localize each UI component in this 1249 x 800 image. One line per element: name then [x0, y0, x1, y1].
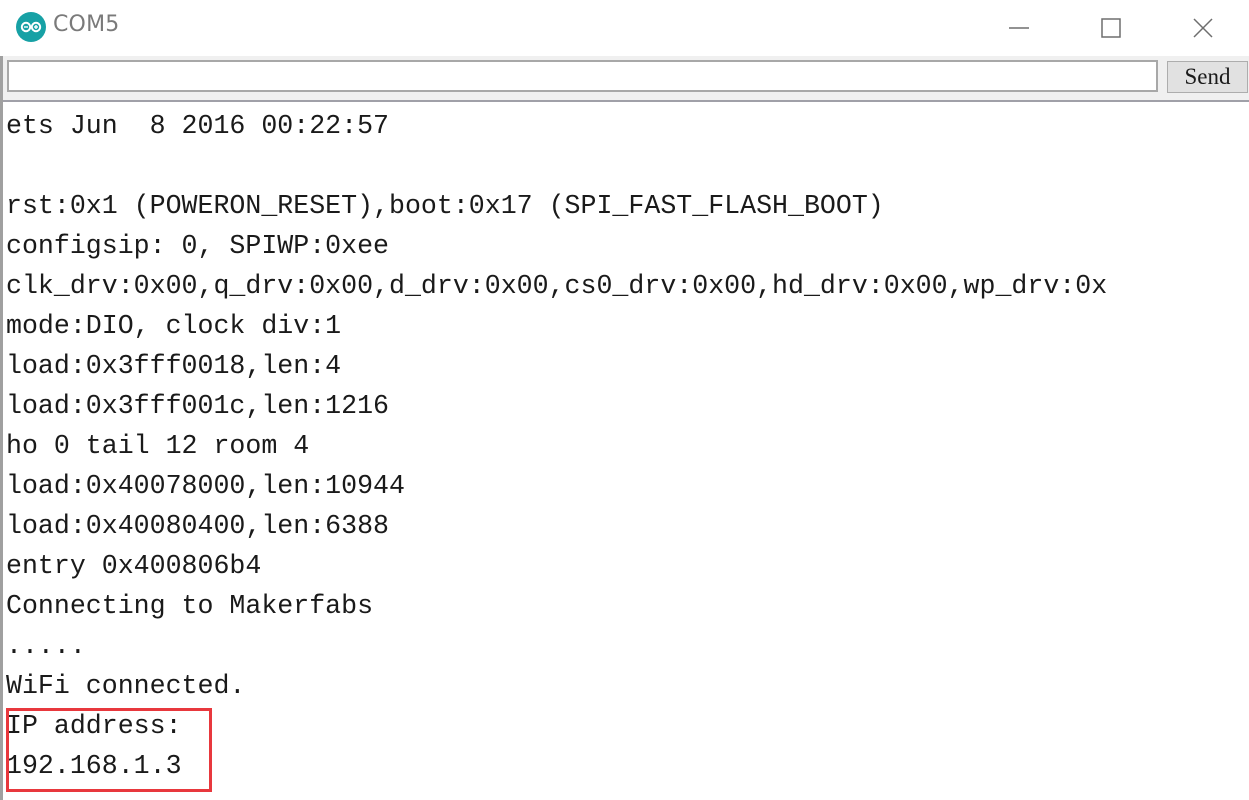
serial-input[interactable]: [7, 60, 1158, 92]
output-line: ho 0 tail 12 room 4: [6, 431, 310, 461]
output-line: rst:0x1 (POWERON_RESET),boot:0x17 (SPI_F…: [6, 191, 884, 221]
output-line: WiFi connected.: [6, 671, 246, 701]
output-line: Connecting to Makerfabs: [6, 591, 374, 621]
output-line: .....: [6, 631, 86, 661]
close-button[interactable]: [1180, 0, 1226, 56]
send-toolbar: Send: [3, 56, 1249, 102]
output-line: load:0x3fff001c,len:1216: [6, 391, 390, 421]
send-button[interactable]: Send: [1167, 61, 1248, 93]
title-bar: COM5: [0, 0, 1249, 56]
output-line: load:0x3fff0018,len:4: [6, 351, 342, 381]
maximize-icon: [1101, 18, 1121, 38]
output-line: configsip: 0, SPIWP:0xee: [6, 231, 390, 261]
ip-address-highlight-box: [6, 708, 212, 792]
minimize-icon: [1009, 27, 1029, 29]
close-icon: [1193, 18, 1213, 38]
window-title: COM5: [53, 12, 120, 37]
output-line: clk_drv:0x00,q_drv:0x00,d_drv:0x00,cs0_d…: [6, 271, 1108, 301]
output-line: mode:DIO, clock div:1: [6, 311, 342, 341]
output-line: ets Jun 8 2016 00:22:57: [6, 111, 390, 141]
output-line: load:0x40078000,len:10944: [6, 471, 405, 501]
output-line: load:0x40080400,len:6388: [6, 511, 390, 541]
minimize-button[interactable]: [996, 0, 1042, 56]
maximize-button[interactable]: [1088, 0, 1134, 56]
output-line: entry 0x400806b4: [6, 551, 262, 581]
arduino-logo-icon: [16, 12, 46, 42]
serial-output-area[interactable]: ets Jun 8 2016 00:22:57 rst:0x1 (POWERON…: [3, 102, 1249, 800]
